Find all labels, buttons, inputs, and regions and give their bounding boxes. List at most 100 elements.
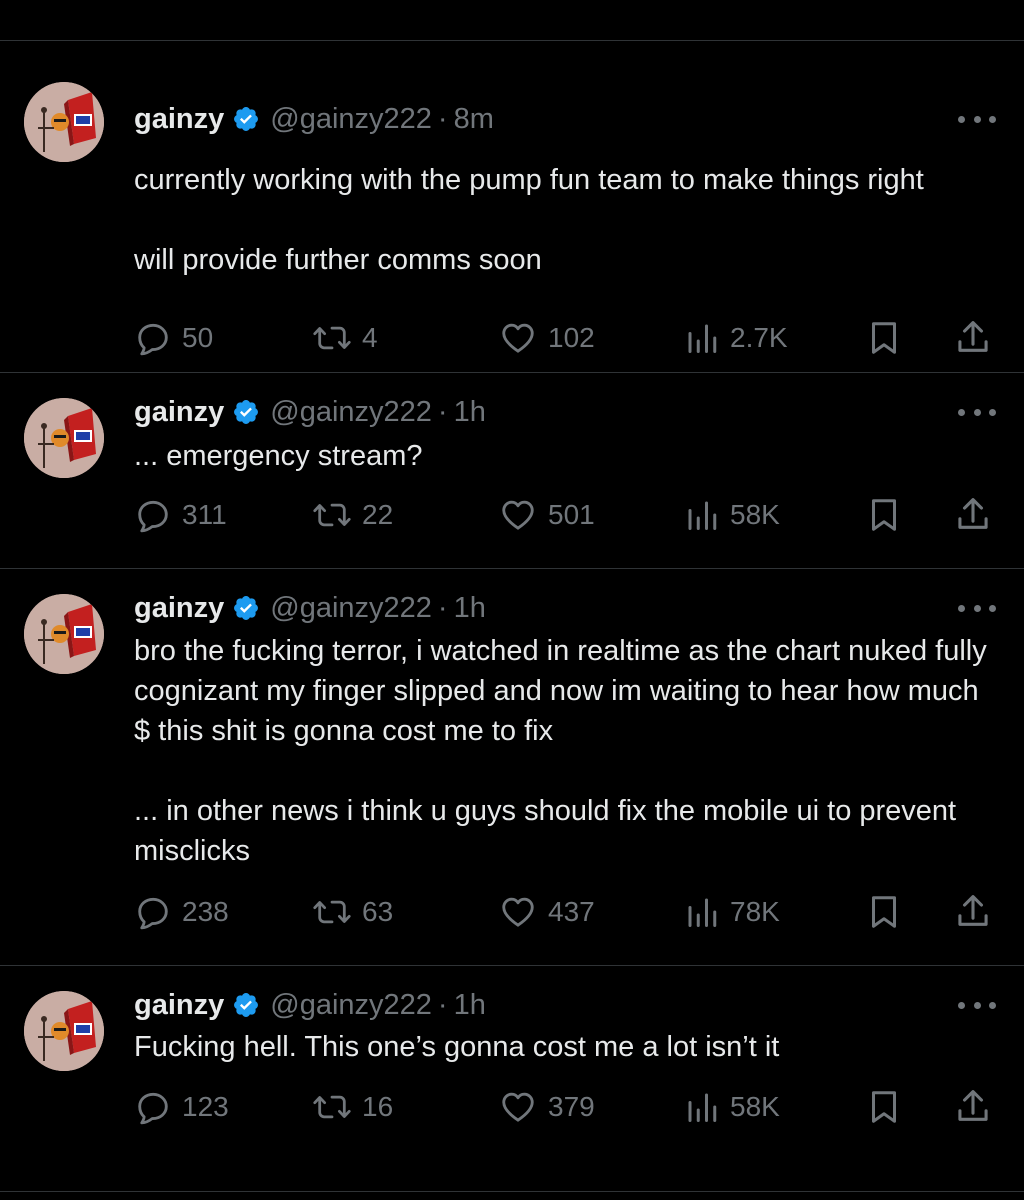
views-button[interactable]: 58K <box>684 1085 780 1129</box>
avatar[interactable] <box>24 398 104 478</box>
share-button[interactable] <box>954 1085 992 1129</box>
reply-count: 238 <box>182 896 229 927</box>
reply-icon <box>134 496 172 534</box>
view-count: 58K <box>730 499 780 530</box>
tweet-paragraph: Fucking hell. This one’s gonna cost me a… <box>134 1031 780 1063</box>
like-count: 501 <box>548 499 595 530</box>
share-icon <box>954 892 992 932</box>
retweet-button[interactable]: 22 <box>312 493 393 537</box>
bar-chart-icon <box>684 1088 720 1126</box>
tweet[interactable]: gainzy @gainzy222 · 1h Fucking hell. Thi… <box>0 966 1024 1192</box>
tweet-header: gainzy @gainzy222 · 1h <box>134 588 934 628</box>
tweet-text: bro the fucking terror, i watched in rea… <box>134 631 994 871</box>
like-count: 379 <box>548 1091 595 1122</box>
verified-badge-icon <box>232 105 260 133</box>
display-name[interactable]: gainzy <box>134 396 224 429</box>
tweet-text: Fucking hell. This one’s gonna cost me a… <box>134 1027 994 1067</box>
reply-icon <box>134 319 172 357</box>
separator-dot: · <box>437 591 448 624</box>
tweet[interactable]: gainzy @gainzy222 · 8m currently working… <box>0 42 1024 373</box>
username-handle[interactable]: @gainzy222 <box>270 592 432 625</box>
tweet[interactable]: gainzy @gainzy222 · 1h ... emergency str… <box>0 373 1024 569</box>
username-handle[interactable]: @gainzy222 <box>270 396 432 429</box>
display-name[interactable]: gainzy <box>134 103 224 136</box>
bar-chart-icon <box>684 893 720 931</box>
bookmark-button[interactable] <box>866 890 902 934</box>
views-button[interactable]: 78K <box>684 890 780 934</box>
tweet-text: ... emergency stream? <box>134 436 994 476</box>
heart-icon <box>498 1088 538 1126</box>
more-options-icon[interactable] <box>958 407 996 417</box>
retweet-count: 63 <box>362 896 394 927</box>
timestamp[interactable]: 8m <box>454 103 494 136</box>
reply-button[interactable]: 311 <box>134 493 227 537</box>
views-button[interactable]: 2.7K <box>684 316 788 360</box>
more-options-icon[interactable] <box>958 603 996 613</box>
username-handle[interactable]: @gainzy222 <box>270 989 432 1022</box>
bookmark-icon <box>866 495 902 535</box>
reply-button[interactable]: 238 <box>134 890 229 934</box>
verified-badge-icon <box>232 991 260 1019</box>
retweet-count: 22 <box>362 499 394 530</box>
share-button[interactable] <box>954 493 992 537</box>
retweet-icon <box>312 1088 352 1126</box>
verified-badge-icon <box>232 594 260 622</box>
reply-count: 123 <box>182 1091 229 1122</box>
retweet-button[interactable]: 63 <box>312 890 393 934</box>
retweet-icon <box>312 893 352 931</box>
more-options-icon[interactable] <box>958 1000 996 1010</box>
timestamp[interactable]: 1h <box>454 592 486 625</box>
views-button[interactable]: 58K <box>684 493 780 537</box>
retweet-count: 4 <box>362 322 378 353</box>
reply-button[interactable]: 50 <box>134 316 213 360</box>
view-count: 58K <box>730 1091 780 1122</box>
reply-button[interactable]: 123 <box>134 1085 229 1129</box>
display-name[interactable]: gainzy <box>134 592 224 625</box>
retweet-button[interactable]: 16 <box>312 1085 393 1129</box>
display-name[interactable]: gainzy <box>134 989 224 1022</box>
verified-badge-icon <box>232 398 260 426</box>
avatar[interactable] <box>24 82 104 162</box>
top-divider <box>0 40 1024 41</box>
separator-dot: · <box>437 988 448 1021</box>
share-icon <box>954 1087 992 1127</box>
avatar[interactable] <box>24 991 104 1071</box>
like-button[interactable]: 501 <box>498 493 595 537</box>
tweet-header: gainzy @gainzy222 · 1h <box>134 985 934 1025</box>
action-bar: 50 4 102 2.7K <box>134 316 994 360</box>
share-button[interactable] <box>954 316 992 360</box>
reply-icon <box>134 893 172 931</box>
like-button[interactable]: 102 <box>498 316 595 360</box>
more-options-icon[interactable] <box>958 114 996 124</box>
tweet-text: currently working with the pump fun team… <box>134 160 994 280</box>
username-handle[interactable]: @gainzy222 <box>270 103 432 136</box>
timestamp[interactable]: 1h <box>454 989 486 1022</box>
bar-chart-icon <box>684 496 720 534</box>
bookmark-icon <box>866 1087 902 1127</box>
tweet-paragraph: ... in other news i think u guys should … <box>134 795 957 867</box>
like-button[interactable]: 379 <box>498 1085 595 1129</box>
bookmark-button[interactable] <box>866 316 902 360</box>
like-count: 437 <box>548 896 595 927</box>
separator-dot: · <box>437 395 448 428</box>
share-icon <box>954 318 992 358</box>
reply-count: 311 <box>182 499 227 530</box>
bookmark-button[interactable] <box>866 1085 902 1129</box>
tweet-paragraph: currently working with the pump fun team… <box>134 164 924 196</box>
tweet-header: gainzy @gainzy222 · 8m <box>134 99 934 139</box>
tweet[interactable]: gainzy @gainzy222 · 1h bro the fucking t… <box>0 569 1024 966</box>
like-button[interactable]: 437 <box>498 890 595 934</box>
heart-icon <box>498 319 538 357</box>
bookmark-icon <box>866 892 902 932</box>
tweet-paragraph: bro the fucking terror, i watched in rea… <box>134 635 987 747</box>
avatar[interactable] <box>24 594 104 674</box>
reply-icon <box>134 1088 172 1126</box>
action-bar: 238 63 437 78K <box>134 890 994 934</box>
action-bar: 311 22 501 58K <box>134 493 994 537</box>
timestamp[interactable]: 1h <box>454 396 486 429</box>
retweet-button[interactable]: 4 <box>312 316 378 360</box>
retweet-count: 16 <box>362 1091 394 1122</box>
bookmark-button[interactable] <box>866 493 902 537</box>
share-button[interactable] <box>954 890 992 934</box>
retweet-icon <box>312 496 352 534</box>
